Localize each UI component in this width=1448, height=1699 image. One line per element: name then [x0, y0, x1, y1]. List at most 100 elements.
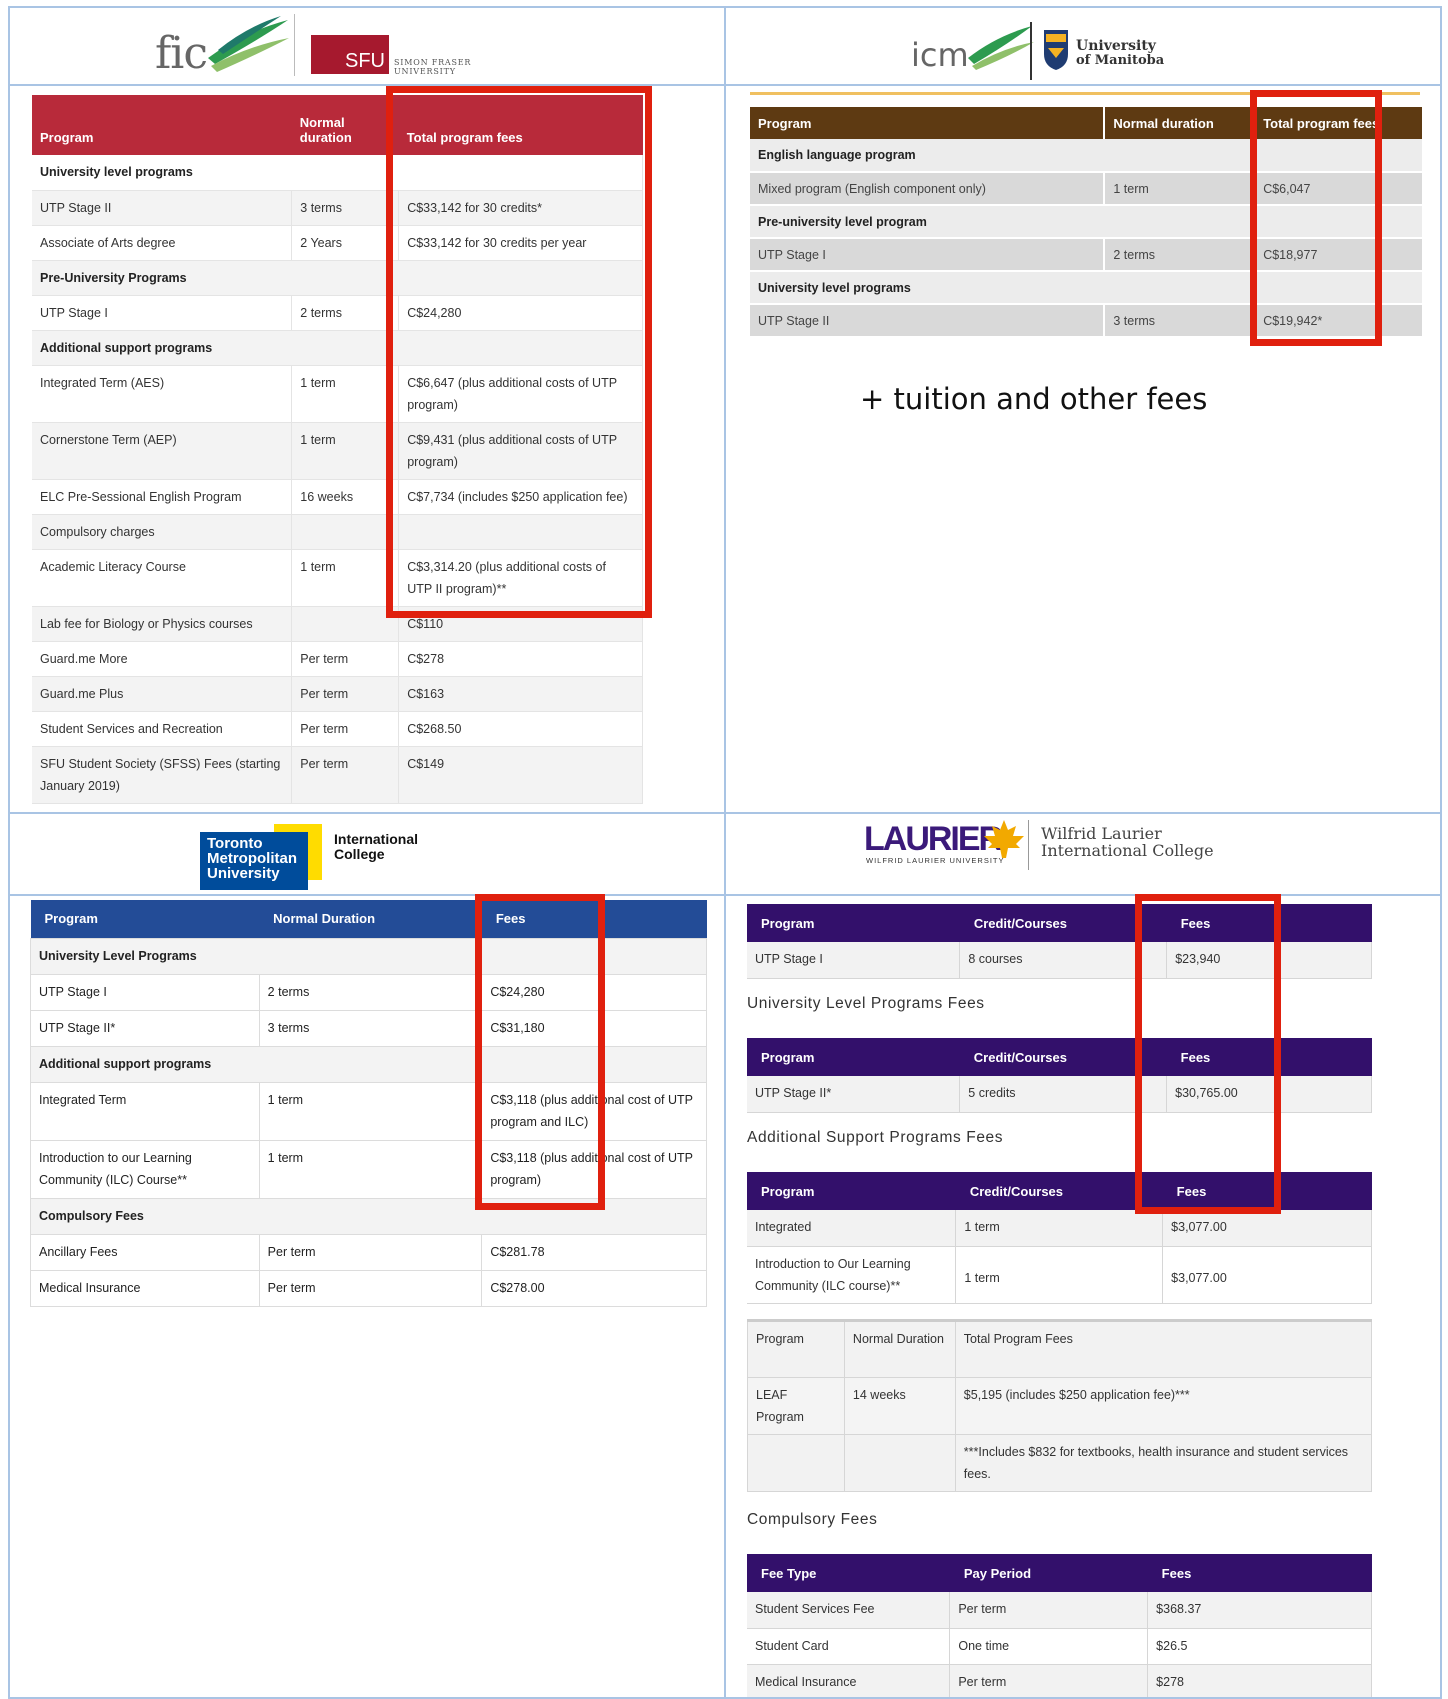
- table-header-row: Program Normal duration Total program fees: [750, 107, 1424, 139]
- table-cell: ELC Pre-Sessional English Program: [32, 479, 293, 515]
- table-cell: Per term: [291, 746, 400, 804]
- column-header: Fees: [1166, 904, 1372, 942]
- table-cell: 1 term: [291, 365, 400, 423]
- table-cell: C$19,942*: [1254, 304, 1424, 338]
- table-row: Guard.me More Per term C$278: [32, 641, 643, 677]
- table-body: UTP Stage II* 5 credits $30,765.00: [747, 1076, 1372, 1113]
- table-body: Program Normal Duration Total Program Fees…: [747, 1320, 1373, 1492]
- icm-note: + tuition and other fees: [860, 382, 1208, 416]
- table-cell: 3 terms: [258, 1009, 483, 1047]
- table-cell: UTP Stage II: [32, 190, 293, 226]
- column-header: Program: [30, 900, 260, 938]
- table-cell: 2 Years: [291, 225, 400, 261]
- section-label: Additional support programs: [30, 1045, 707, 1083]
- table-cell: UTP Stage I: [30, 973, 260, 1011]
- table-cell: Integrated Term: [30, 1081, 260, 1141]
- table-cell: Introduction to our Learning Community (…: [30, 1139, 260, 1199]
- tmu-logo-band: Toronto Metropolitan University Internat…: [10, 814, 724, 896]
- table-cell: Introduction to Our Learning Community (…: [747, 1246, 957, 1304]
- table-cell: $30,765.00: [1166, 1076, 1372, 1113]
- divider: [1030, 22, 1032, 80]
- table-cell: C$31,180: [481, 1009, 707, 1047]
- table-cell: C$7,734 (includes $250 application fee): [398, 479, 643, 515]
- table-row: Mixed program (English component only) 1 …: [750, 172, 1424, 206]
- tmu-logo-line2: Metropolitan: [207, 850, 297, 867]
- column-header: Credit/Courses: [959, 904, 1167, 942]
- table-cell: 1 term: [955, 1246, 1164, 1304]
- table-cell: Associate of Arts degree: [32, 225, 293, 261]
- table-cell: C$110: [398, 606, 643, 642]
- table-cell: Medical Insurance: [30, 1269, 260, 1307]
- table-cell: C$278: [398, 641, 643, 677]
- laurier-table-leaf: Program Normal Duration Total Program Fees…: [747, 1319, 1373, 1492]
- section-label: English language program: [750, 139, 1424, 173]
- table-cell: UTP Stage I: [750, 238, 1106, 272]
- table-cell: One time: [949, 1628, 1149, 1665]
- table-cell: C$33,142 for 30 credits per year: [398, 225, 643, 261]
- table-cell: C$163: [398, 676, 643, 712]
- table-row: Student Services and Recreation Per term C…: [32, 711, 643, 747]
- manitoba-crest-icon: [1044, 30, 1068, 70]
- table-cell: C$6,647 (plus additional costs of UTP pr…: [398, 365, 643, 423]
- table-row: Associate of Arts degree 2 Years C$33,142 …: [32, 225, 643, 261]
- table-cell: UTP Stage II*: [30, 1009, 260, 1047]
- column-header: Fees: [1166, 1038, 1372, 1076]
- table-cell: 5 credits: [959, 1076, 1168, 1113]
- icm-table-body: English language program Mixed program (E…: [750, 139, 1424, 338]
- table-cell: Mixed program (English component only): [750, 172, 1106, 206]
- table-cell: Academic Literacy Course: [32, 549, 293, 607]
- table-row: Medical Insurance Per term $278: [747, 1664, 1372, 1697]
- table-cell: 1 term: [258, 1139, 483, 1199]
- table-cell: 1 term: [955, 1210, 1164, 1247]
- section-label: University level programs: [750, 271, 1424, 305]
- column-header: Normal Duration: [259, 900, 482, 938]
- table-cell: 3 terms: [291, 190, 400, 226]
- tmu-table-body: University Level Programs UTP Stage I2 te…: [30, 937, 707, 1307]
- fic-logo: fic: [155, 12, 289, 82]
- tmu-fee-table: Program Normal Duration Fees University Le…: [30, 900, 707, 1307]
- laurier-logo-sub: WILFRID LAURIER UNIVERSITY: [866, 856, 1005, 865]
- table-row: UTP Stage II* 5 credits $30,765.00: [747, 1076, 1372, 1113]
- column-header: Total Program Fees: [954, 1320, 1373, 1378]
- laurier-table-utp1: Program Credit/Courses Fees UTP Stage I8 c…: [747, 904, 1372, 979]
- table-cell: [398, 514, 643, 550]
- table-cell: Per term: [949, 1592, 1149, 1629]
- tmu-college-line2: College: [334, 846, 385, 862]
- table-cell: C$149: [398, 746, 643, 804]
- column-header: Program: [747, 1320, 845, 1378]
- table-row: Compulsory charges: [32, 514, 643, 550]
- icm-fee-table: Program Normal duration Total program fees…: [750, 107, 1424, 338]
- table-cell: SFU Student Society (SFSS) Fees (startin…: [32, 746, 293, 804]
- table-cell: $368.37: [1147, 1592, 1372, 1629]
- manitoba-name-line2: of Manitoba: [1076, 53, 1165, 68]
- fic-fee-table: Program Normal duration Total program fees…: [32, 95, 643, 804]
- icm-swoosh-icon: [968, 26, 1034, 70]
- table-row: LEAF Program 14 weeks $5,195 (includes $25…: [747, 1377, 1373, 1435]
- table-cell: $3,077.00: [1162, 1246, 1372, 1304]
- table-cell: UTP Stage I: [32, 295, 293, 331]
- section-row: Compulsory Fees: [30, 1197, 707, 1235]
- table-row: ***Includes $832 for textbooks, health i…: [747, 1434, 1373, 1492]
- column-header: Program: [747, 1172, 956, 1210]
- table-cell: Integrated Term (AES): [32, 365, 293, 423]
- table-row: SFU Student Society (SFSS) Fees (startin…: [32, 746, 643, 804]
- column-header: Fees: [1147, 1554, 1372, 1592]
- table-row: Introduction to our Learning Community (…: [30, 1139, 707, 1199]
- table-cell: ***Includes $832 for textbooks, health i…: [954, 1434, 1373, 1492]
- table-body: Integrated 1 term $3,077.00 Introduction to…: [747, 1210, 1372, 1304]
- table-cell: Per term: [258, 1233, 483, 1271]
- section-heading-university-level: University Level Programs Fees: [747, 995, 985, 1012]
- table-cell: $278: [1147, 1664, 1372, 1697]
- table-cell: 3 terms: [1104, 304, 1256, 338]
- column-header: Fees: [481, 900, 707, 938]
- table-header-row: Program Credit/Courses Fees: [747, 1038, 1372, 1076]
- table-row: Integrated Term (AES) 1 term C$6,647 (plus…: [32, 365, 643, 423]
- table-header-row: Program Normal Duration Total Program Fees: [747, 1320, 1373, 1378]
- table-cell: [843, 1434, 956, 1492]
- section-heading-compulsory-fees: Compulsory Fees: [747, 1511, 878, 1528]
- section-label: Compulsory Fees: [30, 1197, 707, 1235]
- table-cell: $23,940: [1166, 942, 1372, 979]
- table-cell: C$3,118 (plus additional cost of UTP pro…: [481, 1081, 707, 1141]
- section-label: University Level Programs: [30, 937, 707, 975]
- table-cell: 1 term: [258, 1081, 483, 1141]
